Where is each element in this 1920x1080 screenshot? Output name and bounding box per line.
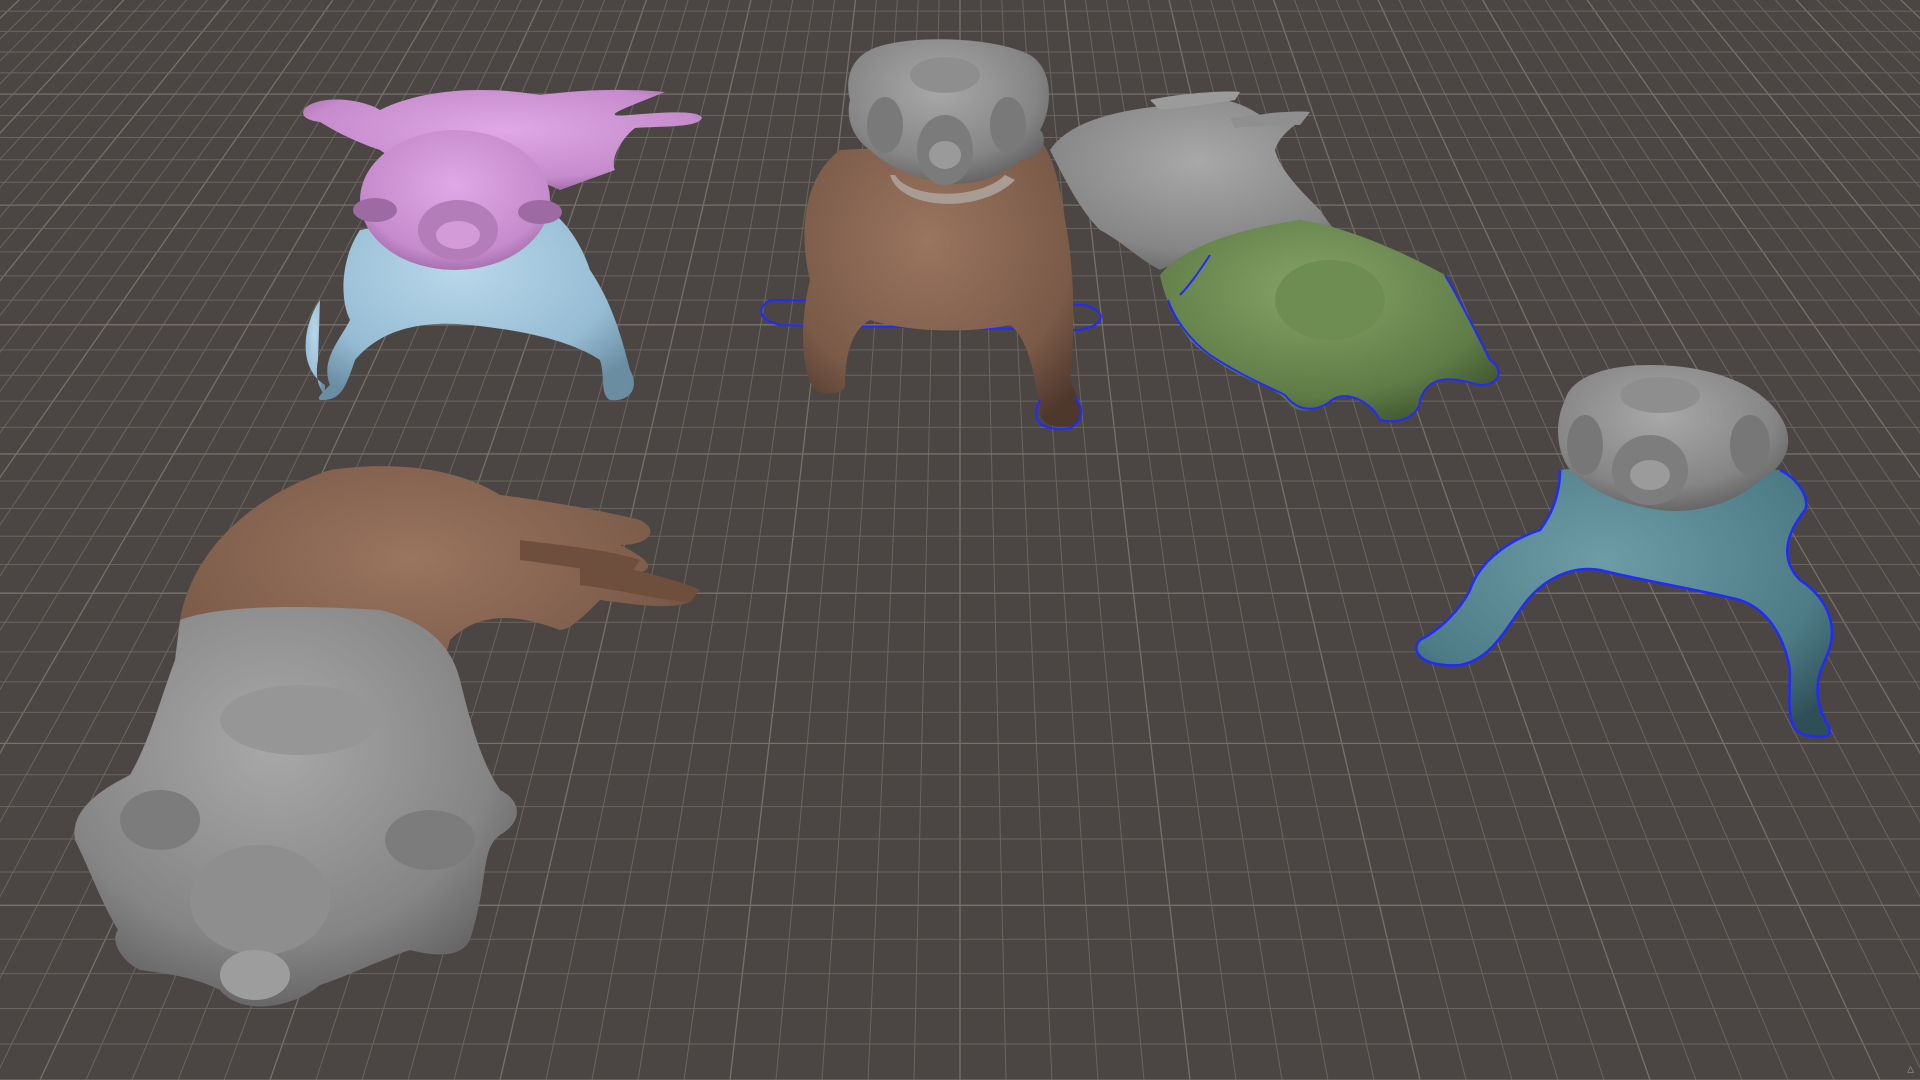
viewport-scene[interactable] — [0, 0, 1920, 1080]
viewport-corner-icon: ▵ — [1906, 1061, 1914, 1077]
dog-model-pink-blue[interactable] — [303, 89, 702, 401]
dog-model-teal-standing[interactable] — [1415, 365, 1834, 739]
dog-model-gray-green-lying[interactable] — [1050, 91, 1500, 423]
3d-viewport[interactable]: ▵ — [0, 0, 1920, 1080]
dog-model-gray-brown-lying[interactable] — [74, 466, 700, 1007]
